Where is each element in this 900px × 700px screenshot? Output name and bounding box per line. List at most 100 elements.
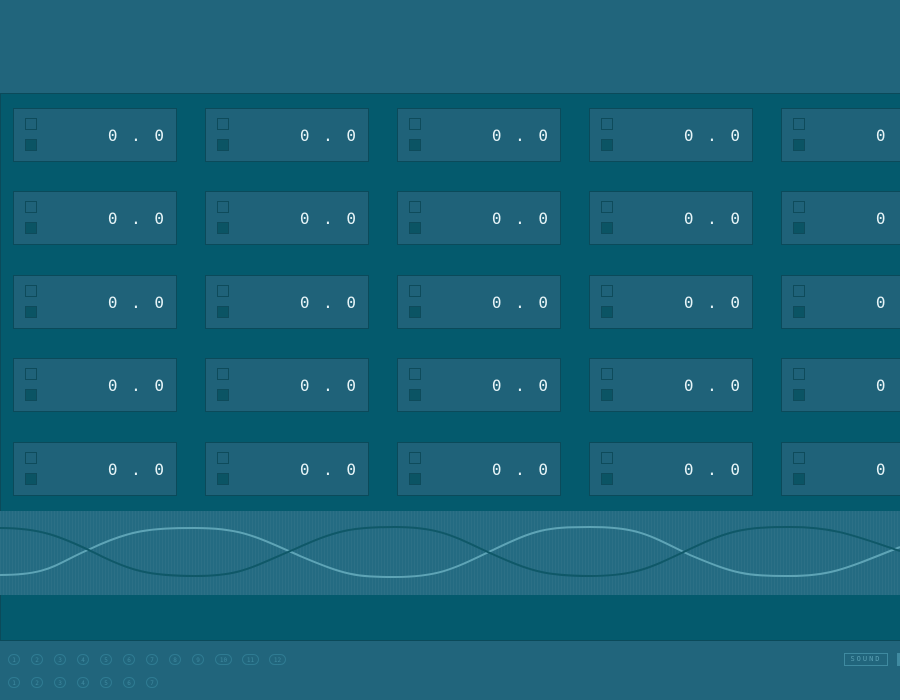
value-cell[interactable]: 0 . 0 xyxy=(781,191,900,245)
value-cell[interactable]: 0 . 0 xyxy=(589,442,753,496)
cell-checkbox[interactable] xyxy=(793,452,805,464)
pad-button[interactable]: 4 xyxy=(77,677,89,688)
pad-button[interactable]: 3 xyxy=(54,654,66,665)
cell-toggle[interactable] xyxy=(217,306,229,318)
cell-value: 0 . 0 xyxy=(299,376,358,395)
cell-toggle[interactable] xyxy=(25,139,37,151)
cell-toggle[interactable] xyxy=(217,389,229,401)
cell-checkbox[interactable] xyxy=(217,285,229,297)
cell-checkbox[interactable] xyxy=(601,118,613,130)
cell-checkbox[interactable] xyxy=(601,368,613,380)
cell-checkbox[interactable] xyxy=(25,201,37,213)
cell-toggle[interactable] xyxy=(601,306,613,318)
pad-button[interactable]: 1 xyxy=(8,677,20,688)
cell-toggle[interactable] xyxy=(217,139,229,151)
bottom-toolbar: 1 2 3 4 5 6 7 8 9 10 11 12 1234567 xyxy=(0,641,900,700)
cell-checkbox[interactable] xyxy=(601,285,613,297)
cell-checkbox[interactable] xyxy=(217,201,229,213)
pad-button[interactable]: 9 xyxy=(192,654,204,665)
cell-value: 0 . 0 xyxy=(107,460,166,479)
cell-toggle[interactable] xyxy=(793,473,805,485)
cell-toggle[interactable] xyxy=(217,473,229,485)
cell-toggle[interactable] xyxy=(409,389,421,401)
cell-toggle[interactable] xyxy=(25,389,37,401)
pad-button[interactable]: 5 xyxy=(100,677,112,688)
sound-button[interactable]: SOUND xyxy=(844,653,888,666)
cell-checkbox[interactable] xyxy=(409,118,421,130)
cell-checkbox[interactable] xyxy=(793,118,805,130)
cell-checkbox[interactable] xyxy=(793,368,805,380)
cell-checkbox[interactable] xyxy=(409,285,421,297)
cell-toggle[interactable] xyxy=(25,306,37,318)
pad-button[interactable]: 2 xyxy=(31,677,43,688)
cell-toggle[interactable] xyxy=(25,222,37,234)
value-cell[interactable]: 0 . 0 xyxy=(589,275,753,329)
pad-button[interactable]: 7 xyxy=(146,677,158,688)
value-cell[interactable]: 0 . 0 xyxy=(205,191,369,245)
cell-toggle[interactable] xyxy=(601,222,613,234)
value-cell[interactable]: 0 . 0 xyxy=(13,108,177,162)
pad-button[interactable]: 2 xyxy=(31,654,43,665)
value-cell[interactable]: 0 . 0 xyxy=(205,358,369,412)
value-cell[interactable]: 0 . 0 xyxy=(781,442,900,496)
cell-checkbox[interactable] xyxy=(217,368,229,380)
cell-value: 0 . 0 xyxy=(491,376,550,395)
cell-toggle[interactable] xyxy=(601,473,613,485)
cell-checkbox[interactable] xyxy=(793,201,805,213)
value-cell[interactable]: 0 . 0 xyxy=(397,108,561,162)
cell-toggle[interactable] xyxy=(793,389,805,401)
value-cell[interactable]: 0 . 0 xyxy=(205,108,369,162)
cell-checkbox[interactable] xyxy=(409,452,421,464)
pad-button[interactable]: 8 xyxy=(169,654,181,665)
cell-checkbox[interactable] xyxy=(409,368,421,380)
cell-toggle[interactable] xyxy=(409,306,421,318)
cell-checkbox[interactable] xyxy=(217,452,229,464)
value-cell[interactable]: 0 . 0 xyxy=(13,442,177,496)
cell-checkbox[interactable] xyxy=(25,452,37,464)
cell-toggle[interactable] xyxy=(601,389,613,401)
value-cell[interactable]: 0 . 0 xyxy=(13,358,177,412)
value-cell[interactable]: 0 . 0 xyxy=(397,358,561,412)
cell-toggle[interactable] xyxy=(25,473,37,485)
cell-checkbox[interactable] xyxy=(409,201,421,213)
pad-button[interactable]: 6 xyxy=(123,677,135,688)
value-cell[interactable]: 0 . 0 xyxy=(13,191,177,245)
cell-toggle[interactable] xyxy=(793,139,805,151)
value-cell[interactable]: 0 . 0 xyxy=(589,358,753,412)
value-cell[interactable]: 0 . 0 xyxy=(205,442,369,496)
value-cell[interactable]: 0 . 0 xyxy=(13,275,177,329)
pad-button[interactable]: 6 xyxy=(123,654,135,665)
pad-button[interactable]: 12 xyxy=(269,654,286,665)
value-cell[interactable]: 0 . 0 xyxy=(589,108,753,162)
cell-toggle[interactable] xyxy=(409,473,421,485)
pad-button[interactable]: 10 xyxy=(215,654,232,665)
cell-toggle[interactable] xyxy=(601,139,613,151)
pad-button[interactable]: 7 xyxy=(146,654,158,665)
cell-toggle[interactable] xyxy=(793,222,805,234)
value-cell[interactable]: 0 . 0 xyxy=(205,275,369,329)
cell-checkbox[interactable] xyxy=(25,285,37,297)
cell-checkbox[interactable] xyxy=(601,201,613,213)
value-cell[interactable]: 0 . 0 xyxy=(589,191,753,245)
value-cell[interactable]: 0 . 0 xyxy=(781,275,900,329)
cell-checkbox[interactable] xyxy=(217,118,229,130)
value-cell[interactable]: 0 . 0 xyxy=(397,442,561,496)
cell-checkbox[interactable] xyxy=(25,118,37,130)
value-cell[interactable]: 0 . 0 xyxy=(781,358,900,412)
pad-button[interactable]: 4 xyxy=(77,654,89,665)
cell-checkbox[interactable] xyxy=(793,285,805,297)
pad-button[interactable]: 11 xyxy=(242,654,259,665)
value-cell[interactable]: 0 . 0 xyxy=(397,191,561,245)
pad-button[interactable]: 3 xyxy=(54,677,66,688)
value-cell[interactable]: 0 . 0 xyxy=(781,108,900,162)
cell-toggle[interactable] xyxy=(793,306,805,318)
pad-button[interactable]: 5 xyxy=(100,654,112,665)
cell-toggle[interactable] xyxy=(217,222,229,234)
cell-checkbox[interactable] xyxy=(601,452,613,464)
cell-checkbox[interactable] xyxy=(25,368,37,380)
cell-toggle[interactable] xyxy=(409,222,421,234)
cell-toggle[interactable] xyxy=(409,139,421,151)
value-cell[interactable]: 0 . 0 xyxy=(397,275,561,329)
waveform-svg xyxy=(0,525,900,579)
pad-button[interactable]: 1 xyxy=(8,654,20,665)
